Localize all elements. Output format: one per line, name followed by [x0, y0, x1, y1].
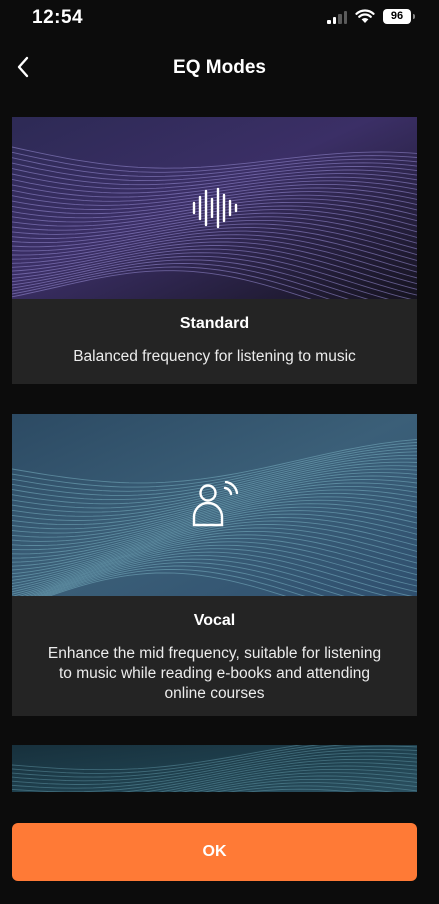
page-title: EQ Modes [173, 57, 266, 78]
status-icons: 96 [327, 9, 415, 24]
person-voice-icon [192, 481, 238, 527]
battery-icon: 96 [383, 9, 415, 24]
signal-icon [327, 10, 347, 24]
wifi-icon [355, 9, 375, 23]
mode-card-partial[interactable] [12, 745, 417, 792]
mode-description: Balanced frequency for listening to musi… [73, 348, 356, 365]
wave-background-dark [12, 745, 417, 792]
mode-name: Vocal [193, 612, 236, 629]
mode-card-vocal[interactable]: Vocal Enhance the mid frequency, suitabl… [12, 414, 417, 716]
mode-name: Standard [179, 315, 250, 332]
status-time: 12:54 [32, 7, 84, 28]
sound-wave-icon [192, 187, 237, 229]
status-bar: 12:54 96 [0, 0, 439, 40]
mode-card-standard[interactable]: Standard Balanced frequency for listenin… [12, 117, 417, 384]
mode-card-image [12, 117, 417, 299]
mode-description: Enhance the mid frequency, suitable for … [47, 645, 382, 702]
header: EQ Modes [0, 44, 439, 92]
ok-button[interactable]: OK [12, 823, 417, 881]
mode-card-image [12, 414, 417, 596]
